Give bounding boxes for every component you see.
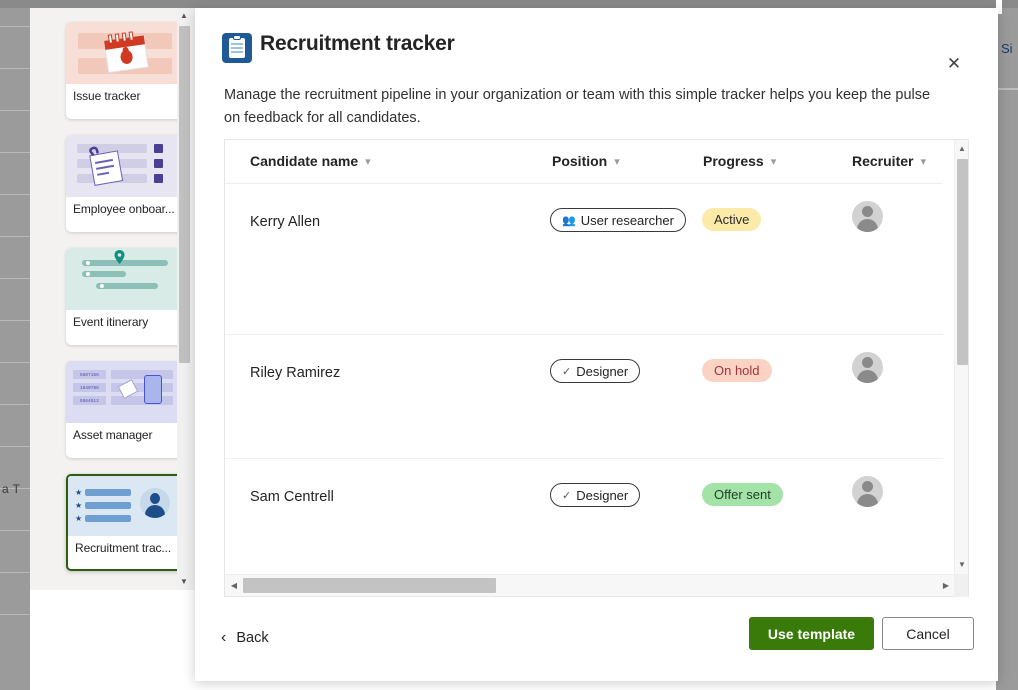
template-card-label: Event itinerary bbox=[73, 315, 149, 329]
star-icon: ★ bbox=[75, 501, 83, 510]
cell-position-pill[interactable]: ✓ Designer bbox=[550, 483, 641, 507]
asset-code: 1649786 bbox=[73, 383, 106, 392]
clipboard-document-icon bbox=[89, 146, 124, 186]
template-card-issue-tracker[interactable]: Issue tracker bbox=[66, 22, 184, 119]
scroll-down-icon[interactable]: ▼ bbox=[177, 574, 191, 590]
chevron-down-icon[interactable]: ▾ bbox=[920, 155, 926, 168]
scrollbar-thumb[interactable] bbox=[957, 159, 968, 365]
template-card-employee-onboarding[interactable]: Employee onboar... bbox=[66, 135, 184, 232]
status-badge: On hold bbox=[702, 359, 772, 382]
cell-candidate-name: Sam Centrell bbox=[250, 489, 334, 505]
scrollbar-thumb[interactable] bbox=[179, 26, 190, 363]
scrollbar-corner bbox=[954, 575, 968, 597]
person-avatar-icon bbox=[140, 488, 170, 518]
people-icon: 👥 bbox=[562, 214, 576, 227]
position-label: User researcher bbox=[580, 212, 674, 228]
column-label: Progress bbox=[703, 153, 764, 169]
status-badge: Active bbox=[702, 208, 762, 231]
chevron-down-icon[interactable]: ▾ bbox=[365, 155, 371, 168]
scroll-down-icon[interactable]: ▼ bbox=[955, 557, 969, 573]
column-label: Position bbox=[552, 153, 608, 169]
dialog-header: Recruitment tracker ✕ bbox=[195, 8, 998, 80]
use-template-button[interactable]: Use template bbox=[749, 617, 874, 650]
template-card-event-itinerary[interactable]: Event itinerary bbox=[66, 248, 184, 345]
app-root: a T Si Issue tracker Employee onboar... … bbox=[0, 0, 1018, 690]
cell-position-pill[interactable]: 👥 User researcher bbox=[550, 208, 686, 232]
scroll-left-icon[interactable]: ◀ bbox=[226, 575, 242, 597]
template-card-label: Recruitment trac... bbox=[75, 541, 172, 555]
column-header-candidate-name[interactable]: Candidate name ▾ bbox=[250, 153, 371, 169]
star-icon: ★ bbox=[75, 514, 83, 523]
background-right-divider bbox=[996, 88, 1018, 90]
person-avatar-icon bbox=[852, 476, 883, 507]
template-rail: Issue tracker Employee onboar... Event i… bbox=[30, 8, 195, 590]
clipboard-icon bbox=[222, 33, 252, 63]
table-vertical-scrollbar[interactable]: ▲ ▼ bbox=[954, 140, 968, 574]
person-avatar-icon bbox=[852, 201, 883, 232]
column-header-position[interactable]: Position ▾ bbox=[552, 153, 620, 169]
position-label: Designer bbox=[576, 363, 629, 379]
template-card-label: Issue tracker bbox=[73, 89, 141, 103]
asset-code: 5687156 bbox=[73, 370, 106, 379]
template-rail-scrollbar[interactable]: ▲ ▼ bbox=[177, 8, 191, 590]
asset-manager-thumbnail: 5687156 1649786 5564512 bbox=[66, 361, 184, 423]
dialog-footer: ‹ Back Use template Cancel bbox=[195, 603, 998, 681]
background-left-rows bbox=[0, 8, 30, 690]
asset-code: 5564512 bbox=[73, 396, 106, 405]
page-title: Recruitment tracker bbox=[260, 32, 455, 55]
issue-tracker-thumbnail bbox=[66, 22, 184, 84]
check-icon: ✓ bbox=[562, 365, 572, 378]
table-header-row: Candidate name ▾ Position ▾ Progress ▾ Recr… bbox=[225, 140, 943, 184]
scrollbar-thumb[interactable] bbox=[243, 578, 496, 593]
table-horizontal-scrollbar[interactable]: ◀ ▶ bbox=[225, 574, 968, 597]
template-card-recruitment-tracker[interactable]: ★ ★ ★ Recruitment trac... bbox=[66, 474, 184, 571]
template-preview-table: Candidate name ▾ Position ▾ Progress ▾ Recr… bbox=[224, 139, 969, 597]
scroll-up-icon[interactable]: ▲ bbox=[177, 8, 191, 24]
table-row[interactable]: Kerry Allen 👥 User researcher Active bbox=[225, 184, 943, 335]
column-label: Recruiter bbox=[852, 153, 914, 169]
status-badge: Offer sent bbox=[702, 483, 783, 506]
background-right-panel bbox=[996, 8, 1018, 690]
background-right-text: Si bbox=[1001, 41, 1013, 56]
template-card-asset-manager[interactable]: 5687156 1649786 5564512 Asset manager bbox=[66, 361, 184, 458]
calendar-bug-icon bbox=[103, 31, 149, 74]
person-avatar-icon bbox=[852, 352, 883, 383]
column-label: Candidate name bbox=[250, 153, 359, 169]
template-preview-dialog: Recruitment tracker ✕ Manage the recruit… bbox=[195, 8, 998, 681]
table-body: Kerry Allen 👥 User researcher Active Ril… bbox=[225, 184, 943, 574]
employee-onboarding-thumbnail bbox=[66, 135, 184, 197]
column-header-progress[interactable]: Progress ▾ bbox=[703, 153, 776, 169]
background-topbar bbox=[0, 0, 1018, 8]
table-row[interactable]: Riley Ramirez ✓ Designer On hold bbox=[225, 335, 943, 459]
recruitment-tracker-thumbnail: ★ ★ ★ bbox=[68, 476, 182, 536]
table-row[interactable]: Sam Centrell ✓ Designer Offer sent bbox=[225, 459, 943, 574]
chevron-down-icon[interactable]: ▾ bbox=[614, 155, 620, 168]
background-left-text: a T bbox=[2, 482, 21, 496]
scroll-right-icon[interactable]: ▶ bbox=[938, 575, 954, 597]
event-itinerary-thumbnail bbox=[66, 248, 184, 310]
cancel-button[interactable]: Cancel bbox=[882, 617, 974, 650]
star-icon: ★ bbox=[75, 488, 83, 497]
chevron-down-icon[interactable]: ▾ bbox=[771, 155, 777, 168]
template-card-label: Employee onboar... bbox=[73, 202, 175, 216]
dialog-description: Manage the recruitment pipeline in your … bbox=[224, 87, 931, 126]
cell-candidate-name: Riley Ramirez bbox=[250, 365, 341, 381]
close-icon[interactable]: ✕ bbox=[940, 50, 968, 78]
template-card-label: Asset manager bbox=[73, 428, 153, 442]
scroll-up-icon[interactable]: ▲ bbox=[955, 141, 969, 157]
cell-position-pill[interactable]: ✓ Designer bbox=[550, 359, 641, 383]
chevron-left-icon: ‹ bbox=[221, 629, 227, 646]
check-icon: ✓ bbox=[562, 489, 572, 502]
map-pin-icon bbox=[114, 250, 125, 264]
position-label: Designer bbox=[576, 487, 629, 503]
back-button[interactable]: ‹ Back bbox=[213, 623, 277, 653]
cell-candidate-name: Kerry Allen bbox=[250, 214, 321, 230]
column-header-recruiter[interactable]: Recruiter ▾ bbox=[852, 153, 926, 169]
back-button-label: Back bbox=[236, 630, 269, 646]
phone-icon bbox=[144, 375, 162, 404]
